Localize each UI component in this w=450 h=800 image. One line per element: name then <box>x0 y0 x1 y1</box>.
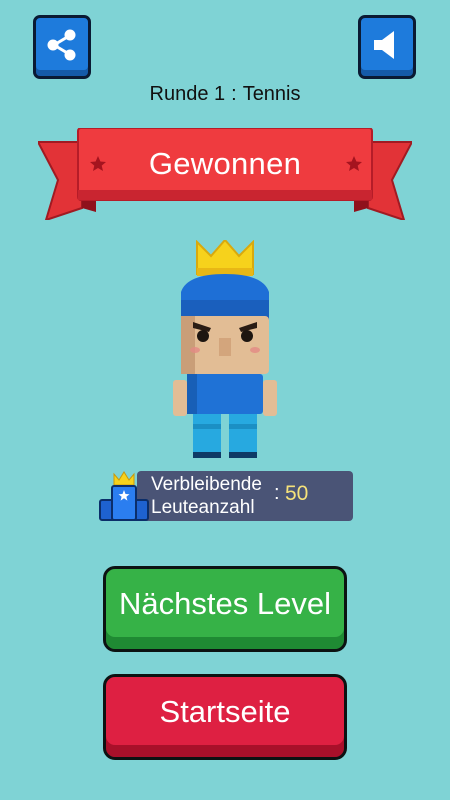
next-level-label: Nächstes Level <box>119 586 331 621</box>
next-level-button[interactable]: Nächstes Level <box>103 566 347 652</box>
round-mode: Tennis <box>242 83 301 105</box>
speaker-icon <box>374 30 394 59</box>
win-title: Gewonnen <box>148 146 302 181</box>
remaining-label-line2: Leuteanzahl <box>151 497 255 518</box>
round-separator: : <box>231 83 237 105</box>
home-label: Startseite <box>159 694 291 729</box>
remaining-label-line1: Verbleibende <box>151 474 262 495</box>
remaining-people-panel: Verbleibende Leuteanzahl : 50 <box>137 471 353 521</box>
crown-icon <box>196 240 254 276</box>
player-character <box>173 240 277 458</box>
round-number: Runde 1 <box>149 83 226 105</box>
sound-button[interactable] <box>358 15 416 79</box>
round-label: Runde 1: Tennis <box>0 83 450 106</box>
home-button[interactable]: Startseite <box>103 674 347 760</box>
podium-icon <box>99 471 149 521</box>
share-button[interactable] <box>33 15 91 79</box>
remaining-colon: : <box>274 482 280 504</box>
remaining-label: Verbleibende Leuteanzahl <box>151 473 276 519</box>
share-icon <box>47 29 76 60</box>
remaining-count: 50 <box>285 482 309 505</box>
